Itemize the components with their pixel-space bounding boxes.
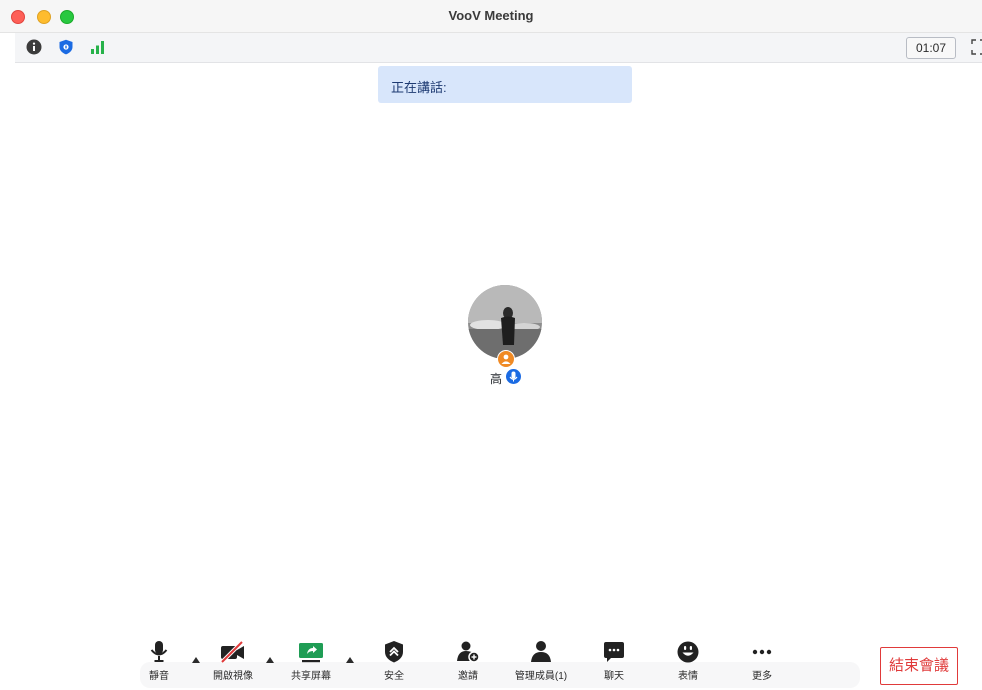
security-shield-icon xyxy=(385,641,403,663)
more-dots-icon xyxy=(752,649,772,655)
share-options-caret[interactable] xyxy=(346,657,354,663)
speaking-indicator: 正在講話: xyxy=(378,66,632,103)
mute-button[interactable]: 靜音 xyxy=(138,640,180,684)
mute-label: 靜音 xyxy=(149,671,169,682)
info-icon[interactable] xyxy=(26,39,42,55)
window-title: VooV Meeting xyxy=(448,8,534,23)
video-options-caret[interactable] xyxy=(266,657,274,663)
share-screen-button[interactable]: 共享屏幕 xyxy=(286,640,336,684)
members-icon xyxy=(531,641,551,662)
signal-icon[interactable] xyxy=(90,39,106,55)
reactions-label: 表情 xyxy=(678,671,698,682)
smile-icon xyxy=(677,641,699,663)
chat-button[interactable]: 聊天 xyxy=(594,640,634,684)
more-button[interactable]: 更多 xyxy=(742,640,782,684)
security-label: 安全 xyxy=(384,671,404,682)
shield-icon[interactable] xyxy=(58,39,74,55)
manage-members-button[interactable]: 管理成員(1) xyxy=(510,640,572,684)
invite-button[interactable]: 邀請 xyxy=(448,640,488,684)
end-meeting-button[interactable]: 結束會議 xyxy=(880,647,958,685)
title-bar: VooV Meeting xyxy=(0,0,982,33)
chat-label: 聊天 xyxy=(604,671,624,682)
chat-icon xyxy=(604,642,624,662)
fullscreen-icon[interactable] xyxy=(971,39,982,55)
reactions-button[interactable]: 表情 xyxy=(668,640,708,684)
participant-mic-icon xyxy=(506,369,521,384)
security-button[interactable]: 安全 xyxy=(374,640,414,684)
invite-user-icon xyxy=(457,641,480,663)
audio-options-caret[interactable] xyxy=(192,657,200,663)
participant-name: 高 xyxy=(490,372,503,386)
host-badge-icon xyxy=(497,350,515,368)
meeting-info-bar: 01:07 xyxy=(15,33,982,63)
start-video-label: 開啟視像 xyxy=(213,671,253,682)
start-video-button[interactable]: 開啟視像 xyxy=(208,640,258,684)
meeting-timer: 01:07 xyxy=(906,37,956,59)
speaking-label: 正在講話: xyxy=(391,80,447,95)
more-label: 更多 xyxy=(752,671,772,682)
video-off-icon xyxy=(220,640,244,664)
invite-label: 邀請 xyxy=(458,671,478,682)
manage-members-label: 管理成員(1) xyxy=(514,671,568,682)
participant-avatar[interactable] xyxy=(468,285,542,359)
share-screen-icon xyxy=(299,643,323,663)
microphone-icon xyxy=(150,641,168,662)
share-screen-label: 共享屏幕 xyxy=(291,671,331,682)
